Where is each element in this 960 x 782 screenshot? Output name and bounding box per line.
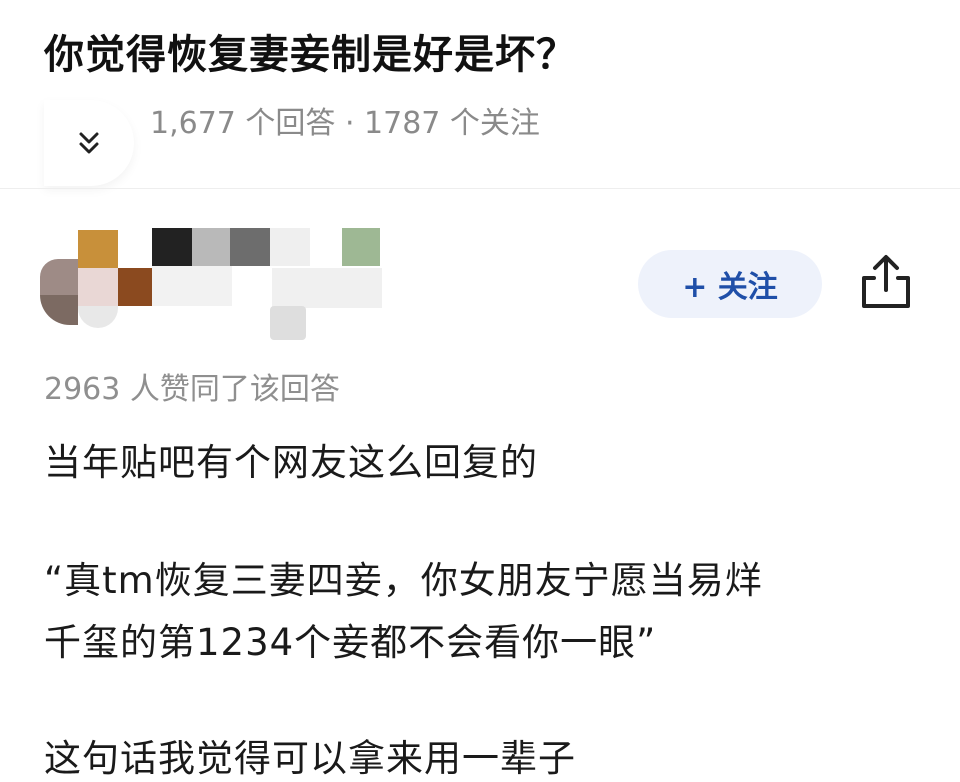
answer-paragraph: “真tm恢复三妻四妾，你女朋友宁愿当易烊 — [44, 559, 763, 602]
question-title: 你觉得恢复妻妾制是好是坏？ — [44, 32, 577, 78]
share-icon — [862, 255, 910, 308]
divider — [0, 188, 960, 189]
collapse-button[interactable] — [44, 100, 134, 186]
share-button[interactable] — [858, 250, 914, 312]
author-info[interactable] — [40, 225, 382, 340]
chevron-double-down-icon — [79, 132, 99, 154]
answer-paragraph: 千玺的第1234个妾都不会看你一眼” — [44, 621, 657, 664]
answer-paragraph: 当年贴吧有个网友这么回复的 — [44, 441, 538, 484]
answer-paragraph: 这句话我觉得可以拿来用一辈子 — [44, 737, 576, 780]
question-stats: 1,677 个回答 · 1787 个关注 — [150, 106, 540, 141]
upvote-count: 2963 人赞同了该回答 — [44, 372, 340, 407]
follow-button[interactable]: + 关注 — [638, 250, 822, 318]
